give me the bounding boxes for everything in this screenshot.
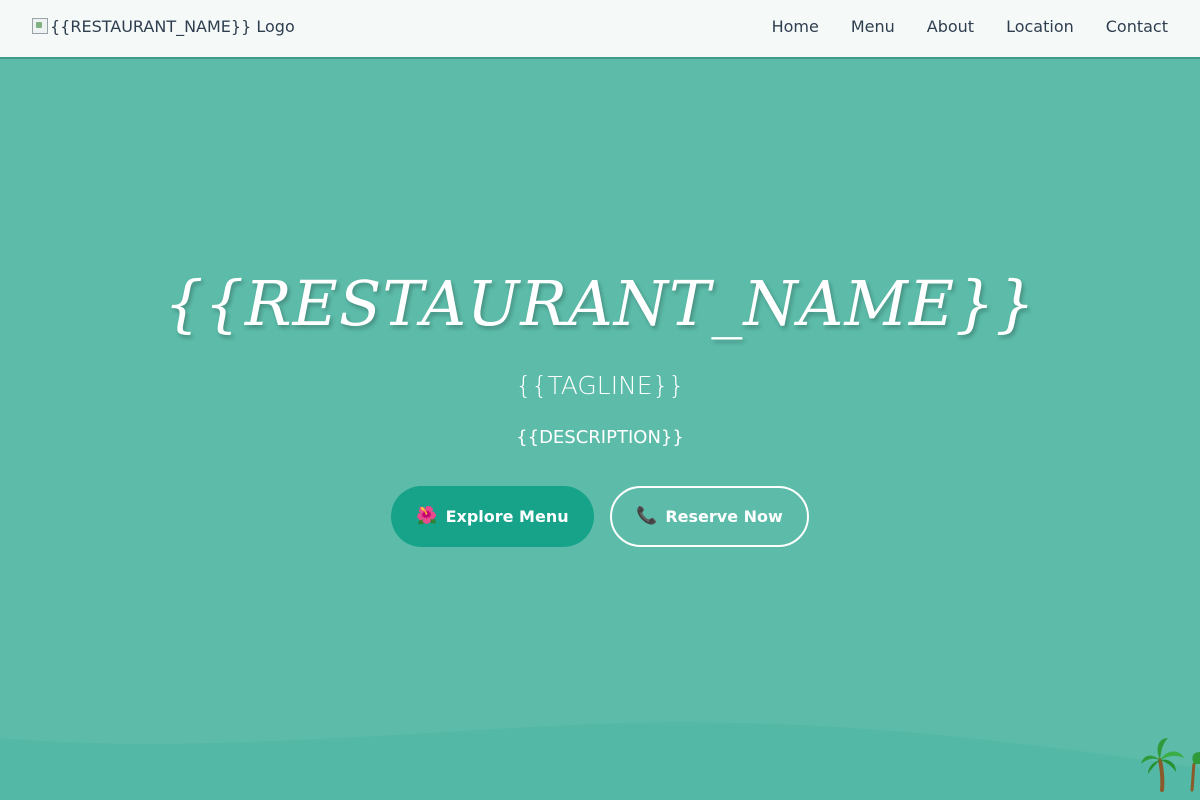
nav-link-about[interactable]: About (927, 17, 974, 36)
explore-menu-label: Explore Menu (445, 507, 569, 526)
wave-divider (0, 722, 1200, 800)
nav-link-location[interactable]: Location (1006, 17, 1074, 36)
hero-title: {{RESTAURANT_NAME}} (163, 267, 1036, 340)
broken-image-icon (32, 17, 48, 34)
nav-link-menu[interactable]: Menu (851, 17, 895, 36)
nav-link-contact[interactable]: Contact (1106, 17, 1168, 36)
phone-icon: 📞 (636, 506, 658, 526)
main-nav: Home Menu About Location Contact (772, 17, 1168, 36)
reserve-now-label: Reserve Now (665, 507, 783, 526)
hibiscus-icon: 🌺 (416, 506, 438, 526)
hero-section: {{RESTAURANT_NAME}} {{TAGLINE}} {{DESCRI… (0, 59, 1200, 800)
navbar: {{RESTAURANT_NAME}} Logo Home Menu About… (0, 0, 1200, 59)
reserve-now-button[interactable]: 📞 Reserve Now (610, 486, 809, 547)
hero-tagline: {{TAGLINE}} (515, 371, 685, 400)
nav-link-home[interactable]: Home (772, 17, 819, 36)
logo-alt-text: {{RESTAURANT_NAME}} Logo (50, 17, 295, 36)
restaurant-logo[interactable]: {{RESTAURANT_NAME}} Logo (32, 17, 295, 36)
palm-tree-icon (1141, 738, 1200, 792)
explore-menu-button[interactable]: 🌺 Explore Menu (391, 486, 594, 547)
hero-description: {{DESCRIPTION}} (516, 427, 684, 448)
